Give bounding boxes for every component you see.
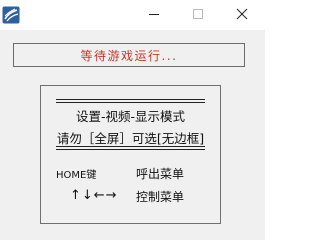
shortcut-key-arrows: ↑↓←→ <box>70 188 118 203</box>
maximize-button[interactable] <box>176 0 220 28</box>
shortcut-action-open-menu: 呼出菜单 <box>136 167 185 181</box>
divider-bottom <box>56 146 205 150</box>
info-panel: 设置-视频-显示模式 请勿［全屏］可选[无边框] HOME键 呼出菜单 ↑↓←→… <box>40 85 221 224</box>
fullscreen-warning: 请勿［全屏］可选[无边框] <box>56 131 205 146</box>
app-window: 等待游戏运行... 设置-视频-显示模式 请勿［全屏］可选[无边框] HOME键… <box>0 0 265 240</box>
minimize-button[interactable] <box>132 0 176 28</box>
app-icon <box>2 6 20 24</box>
close-button[interactable] <box>220 0 264 28</box>
minimize-icon <box>148 9 160 20</box>
status-box: 等待游戏运行... <box>13 43 245 67</box>
shortcut-action-control-menu: 控制菜单 <box>136 190 185 204</box>
shortcut-key-home: HOME键 <box>56 170 97 181</box>
close-icon <box>236 8 248 20</box>
status-text: 等待游戏运行... <box>80 48 178 63</box>
display-mode-path: 设置-视频-显示模式 <box>75 109 186 124</box>
title-bar[interactable] <box>0 0 265 30</box>
maximize-icon <box>192 8 204 20</box>
divider-top <box>56 99 205 103</box>
